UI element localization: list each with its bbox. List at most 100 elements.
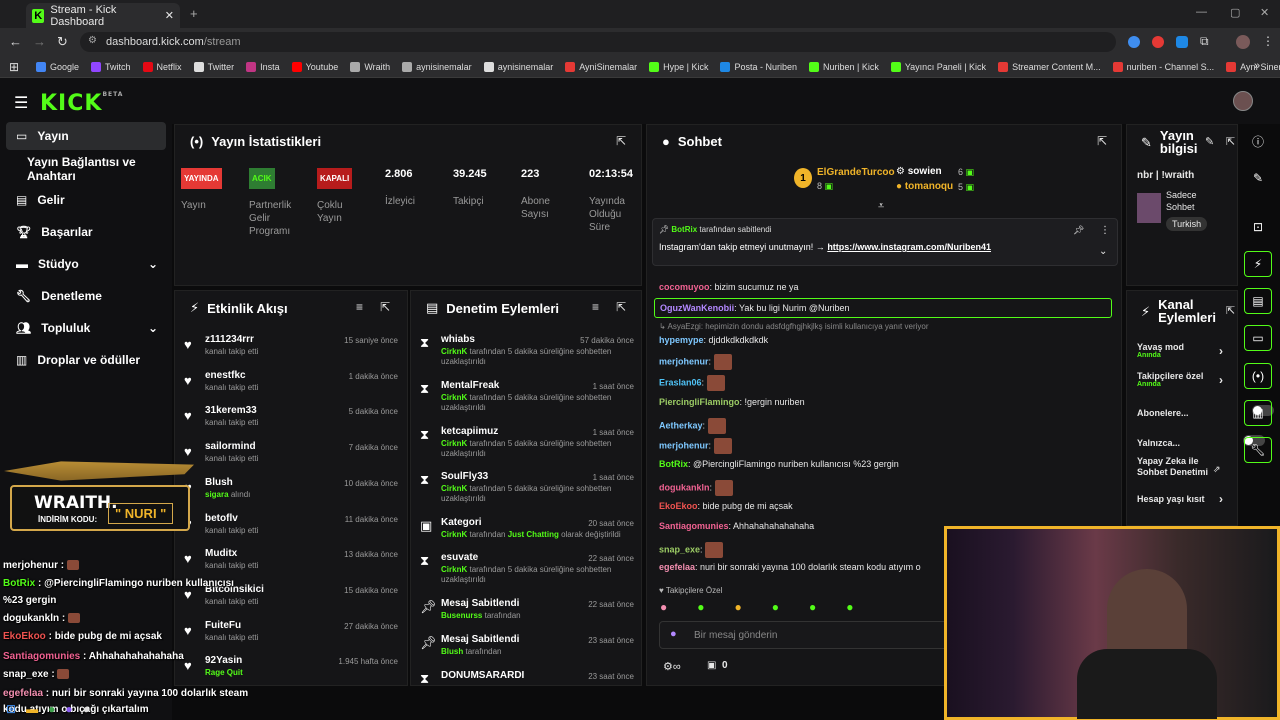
followers-only-mode[interactable]: Takipçilere özel Anında ›: [1137, 371, 1227, 388]
activity-row[interactable]: ♥ 92Yasin Rage Quit 1.945 hafta önce: [180, 655, 402, 691]
app-icon[interactable]: ●: [83, 702, 90, 716]
popout-icon[interactable]: ⇱: [380, 300, 390, 314]
ai-moderation[interactable]: Yapay Zeka ile Sohbet Denetimi: [1137, 456, 1213, 478]
sidebar-item-topluluk[interactable]: 👥︎ Topluluk ⌄: [6, 314, 166, 342]
chat-username[interactable]: dogukankln: [659, 482, 710, 492]
chat-username[interactable]: OguzWanKenobii: [660, 303, 734, 313]
all-bookmarks-icon[interactable]: »: [1254, 60, 1260, 72]
forward-icon[interactable]: →: [33, 34, 46, 49]
crop-icon[interactable]: ⊡: [1244, 214, 1272, 240]
emote-icon[interactable]: ●: [735, 600, 742, 616]
close-tab-icon[interactable]: ✕: [165, 9, 174, 22]
moderation-row[interactable]: ⧗ MentalFreak CirknK tarafından 5 dakika s…: [416, 380, 638, 424]
bookmark-item[interactable]: Posta - Nuriben: [720, 61, 797, 72]
bookmark-item[interactable]: Streamer Content M...: [998, 61, 1101, 72]
moderation-row[interactable]: ⧗ esuvate CirknK tarafından 5 dakika sürel…: [416, 552, 638, 596]
lightning-icon[interactable]: ⚡︎: [1244, 251, 1272, 277]
bookmark-item[interactable]: Netflix: [142, 61, 182, 72]
moderation-row[interactable]: ⧗ whiabs CirknK tarafından 5 dakika süreli…: [416, 334, 638, 378]
pinned-link[interactable]: https://www.instagram.com/Nuriben41: [827, 242, 991, 252]
extension-icon[interactable]: [1128, 36, 1140, 48]
activity-row[interactable]: ♥ z111234rrr kanalı takip etti 15 saniye ön…: [180, 334, 402, 370]
discord-icon[interactable]: ●: [65, 702, 72, 716]
popout-icon[interactable]: ⇱: [1097, 134, 1107, 148]
sidebar-item-droplar[interactable]: ▥ Droplar ve ödüller: [6, 346, 166, 374]
bookmark-item[interactable]: Hype | Kick: [649, 61, 708, 72]
emote-icon[interactable]: ●: [660, 600, 667, 616]
browser-tab[interactable]: K Stream - Kick Dashboard ✕: [26, 3, 180, 28]
bookmark-item[interactable]: aynisinemalar: [402, 61, 472, 72]
collapse-icon[interactable]: ⩡: [878, 200, 884, 213]
new-tab-icon[interactable]: +: [190, 6, 198, 21]
windows-start-icon[interactable]: ⊞: [6, 702, 16, 716]
filter-icon[interactable]: ≡: [592, 300, 599, 314]
microphone-icon[interactable]: ●: [670, 628, 677, 640]
moderation-row[interactable]: ⧗ DONUMSARARDI 23 saat önce: [416, 670, 638, 714]
popout-icon[interactable]: ⇱: [616, 300, 626, 314]
chat-username[interactable]: PiercingliFlamingo: [659, 397, 740, 407]
chevron-down-icon[interactable]: ⌄: [1099, 246, 1107, 257]
hamburger-menu-icon[interactable]: ☰: [14, 93, 28, 113]
activity-row[interactable]: ♥betoflvkanalı takip etti11 dakika önce: [180, 513, 402, 549]
popout-icon[interactable]: ⇱: [1226, 135, 1235, 148]
activity-row[interactable]: ♥Blushsigara alındı10 dakika önce: [180, 477, 402, 513]
wrench-icon[interactable]: 🔧︎: [1244, 437, 1272, 463]
activity-row[interactable]: ♥ Bitcoinsikici kanalı takip etti 15 dakika…: [180, 584, 402, 620]
apps-grid-icon[interactable]: ⊞: [9, 60, 19, 74]
activity-row[interactable]: ♥ 31kerem33 kanalı takip etti 5 dakika önce: [180, 405, 402, 441]
leader-name-1[interactable]: ElGrandeTurcoo: [817, 167, 895, 178]
unpin-icon[interactable]: 📌︎: [1073, 225, 1084, 236]
chat-username[interactable]: BotRix: [659, 459, 688, 469]
broadcast-icon[interactable]: (•): [1244, 363, 1272, 389]
close-window-icon[interactable]: ✕: [1260, 6, 1269, 19]
bookmark-item[interactable]: Wraith: [350, 61, 390, 72]
moderation-row[interactable]: ⧗ SoulFly33 CirknK tarafından 5 dakika sür…: [416, 471, 638, 515]
activity-row[interactable]: ♥ enestfkc kanalı takip etti 1 dakika önce: [180, 370, 402, 406]
address-bar[interactable]: ⚙ dashboard.kick.com/stream: [80, 32, 1116, 52]
bookmark-item[interactable]: nuriben - Channel S...: [1112, 61, 1214, 72]
chat-username[interactable]: egefelaa: [659, 562, 695, 572]
more-options-icon[interactable]: ⋮: [1100, 225, 1110, 236]
back-icon[interactable]: ←: [9, 34, 22, 49]
emote-icon[interactable]: ●: [772, 600, 779, 616]
popout-icon[interactable]: ⇱: [1226, 304, 1235, 317]
moderation-row[interactable]: ⧗ ketcapiimuz CirknK tarafından 5 dakika s…: [416, 426, 638, 470]
chrome-icon[interactable]: ●: [48, 702, 55, 716]
chat-username[interactable]: snap_exe: [659, 544, 700, 554]
bookmark-item[interactable]: Yayıncı Paneli | Kick: [890, 61, 986, 72]
bookmark-item[interactable]: Nuriben | Kick: [808, 61, 879, 72]
chat-username[interactable]: merjohenur: [659, 356, 709, 366]
chat-username[interactable]: Santiagomunies: [659, 521, 729, 531]
extension-icon[interactable]: [1152, 36, 1164, 48]
document-icon[interactable]: ▤: [1244, 288, 1272, 314]
minimize-icon[interactable]: —: [1196, 6, 1207, 18]
extensions-puzzle-icon[interactable]: ⧉: [1200, 34, 1209, 49]
account-age-restriction[interactable]: Hesap yaşı kısıt ›: [1137, 492, 1227, 506]
sidebar-item-gelir[interactable]: ▤ Gelir: [6, 186, 166, 214]
moderation-icon[interactable]: ▥: [1244, 400, 1272, 426]
leader-name-2[interactable]: ⚙ sowien: [896, 166, 942, 177]
bookmark-item[interactable]: Twitter: [193, 61, 234, 72]
info-icon[interactable]: ⓘ: [1244, 128, 1272, 154]
chat-username[interactable]: merjohenur: [659, 440, 709, 450]
sidebar-item-studyo[interactable]: ▬ Stüdyo ⌄: [6, 250, 166, 278]
slow-mode[interactable]: Yavaş mod Anında ›: [1137, 342, 1227, 359]
sidebar-item-denetleme[interactable]: 🔧︎ Denetleme: [6, 282, 166, 310]
emote-icon[interactable]: ●: [697, 600, 704, 616]
filter-icon[interactable]: ≡: [356, 300, 363, 314]
bookmark-item[interactable]: AyniSinemalar: [565, 61, 637, 72]
site-info-icon[interactable]: ⚙: [88, 35, 97, 46]
bookmark-item[interactable]: Twitch: [91, 61, 131, 72]
chat-username[interactable]: cocomuyoo: [659, 282, 710, 292]
menu-dots-icon[interactable]: ⋮: [1262, 34, 1274, 48]
edit-icon[interactable]: ✎: [1205, 135, 1214, 148]
chat-username[interactable]: hypemype: [659, 335, 704, 345]
profile-avatar-icon[interactable]: [1236, 35, 1250, 49]
bookmark-item[interactable]: aynisinemalar: [483, 61, 553, 72]
activity-row[interactable]: ♥ FuiteFu kanalı takip etti 27 dakika önce: [180, 620, 402, 656]
stream-category[interactable]: Sadece Sohbet: [1166, 189, 1216, 213]
chat-username[interactable]: Aetherkay: [659, 420, 703, 430]
user-avatar[interactable]: [1233, 91, 1253, 111]
edit-icon[interactable]: ✎: [1244, 165, 1272, 191]
bookmark-item[interactable]: Google: [36, 61, 79, 72]
